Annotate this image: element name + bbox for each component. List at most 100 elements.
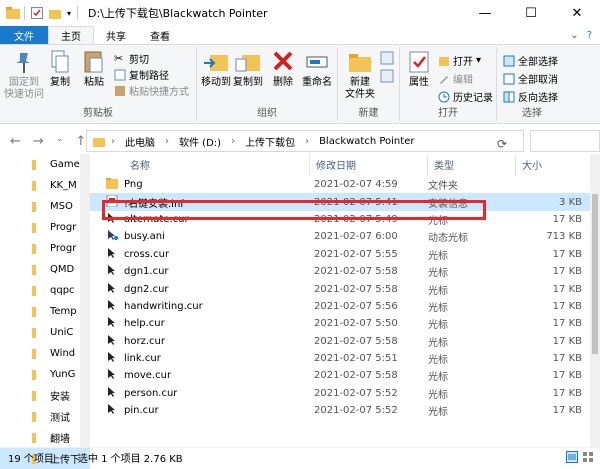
properties-icon bbox=[409, 51, 429, 73]
close-button[interactable]: ✕ bbox=[554, 0, 600, 26]
file-row[interactable]: pin.cur 2021-02-07 5:52 光标 17 KB bbox=[90, 402, 590, 419]
cursor-icon bbox=[106, 264, 118, 279]
folder-icon bbox=[32, 328, 36, 338]
maximize-button[interactable]: ☐ bbox=[508, 0, 554, 26]
properties-button[interactable]: 属性 bbox=[404, 49, 434, 89]
nav-item[interactable]: UniC bbox=[0, 322, 90, 343]
select-none-button[interactable]: 全部取消 bbox=[503, 71, 558, 86]
nav-item[interactable]: Progr bbox=[0, 238, 90, 259]
file-size: 713 KB bbox=[546, 231, 582, 243]
scissors-icon: ✂ bbox=[114, 51, 124, 65]
easy-access-icon[interactable] bbox=[380, 69, 394, 83]
file-row[interactable]: person.cur 2021-02-07 5:52 光标 17 KB bbox=[90, 385, 590, 402]
file-row[interactable]: dgn2.cur 2021-02-07 5:58 光标 17 KB bbox=[90, 280, 590, 297]
copy-path-button[interactable]: 复制路径 bbox=[114, 67, 169, 82]
address-bar[interactable]: › 此电脑 › 软件 (D:) › 上传下载包 › Blackwatch Poi… bbox=[86, 130, 524, 152]
cursor-icon bbox=[106, 386, 118, 401]
column-type[interactable]: 类型 bbox=[428, 154, 516, 176]
file-row[interactable]: handwriting.cur 2021-02-07 5:56 光标 17 KB bbox=[90, 298, 590, 315]
rename-icon bbox=[306, 56, 328, 68]
file-row[interactable]: busy.ani 2021-02-07 6:00 动态光标 713 KB bbox=[90, 228, 590, 245]
column-name[interactable]: 名称 bbox=[90, 154, 310, 176]
new-folder-button[interactable]: 新建 文件夹 bbox=[340, 49, 380, 101]
details-view-icon[interactable] bbox=[566, 451, 578, 463]
file-list-scrollbar[interactable] bbox=[590, 154, 600, 447]
folder-icon bbox=[32, 307, 36, 317]
back-arrow-icon[interactable]: ← bbox=[10, 134, 21, 149]
copy-button[interactable]: 复制 bbox=[44, 49, 76, 89]
tab-home[interactable]: 主页 bbox=[48, 26, 94, 44]
breadcrumb-drive-d[interactable]: 软件 (D:) bbox=[179, 134, 221, 149]
file-row[interactable]: dgn1.cur 2021-02-07 5:58 光标 17 KB bbox=[90, 263, 590, 280]
file-row[interactable]: help.cur 2021-02-07 5:50 光标 17 KB bbox=[90, 315, 590, 332]
new-item-icon[interactable] bbox=[380, 51, 394, 65]
column-size[interactable]: 大小 bbox=[516, 154, 590, 176]
nav-item[interactable]: 翻墙 bbox=[0, 427, 90, 448]
paste-button[interactable]: 粘贴 bbox=[78, 49, 110, 89]
delete-button[interactable]: 删除 bbox=[269, 49, 297, 89]
tab-view[interactable]: 查看 bbox=[138, 26, 182, 44]
file-row[interactable]: cross.cur 2021-02-07 5:55 光标 17 KB bbox=[90, 246, 590, 263]
edit-button[interactable]: 编辑 bbox=[438, 71, 473, 86]
ribbon-expand-icon[interactable]: ⌄ bbox=[570, 30, 578, 41]
tab-file[interactable]: 文件 bbox=[0, 26, 48, 44]
breadcrumb-this-pc[interactable]: 此电脑 bbox=[125, 134, 155, 149]
open-button[interactable]: 打开 ▾ bbox=[438, 53, 481, 68]
file-row[interactable]: move.cur 2021-02-07 5:58 光标 17 KB bbox=[90, 367, 590, 384]
large-icons-view-icon[interactable] bbox=[582, 451, 594, 463]
copy-to-button[interactable]: 复制到 bbox=[231, 49, 265, 89]
file-row[interactable]: link.cur 2021-02-07 5:51 光标 17 KB bbox=[90, 350, 590, 367]
nav-item[interactable]: Progr bbox=[0, 217, 90, 238]
new-folder-quick-icon[interactable] bbox=[49, 7, 61, 19]
file-date: 2021-02-07 5:52 bbox=[314, 387, 398, 399]
file-size: 17 KB bbox=[552, 370, 582, 382]
nav-scrollbar[interactable] bbox=[80, 154, 90, 447]
breadcrumb-current[interactable]: Blackwatch Pointer bbox=[319, 136, 414, 147]
forward-arrow-icon[interactable]: → bbox=[33, 134, 44, 149]
nav-item[interactable]: QMD bbox=[0, 259, 90, 280]
nav-item[interactable]: 测试 bbox=[0, 406, 90, 427]
file-row[interactable]: Png 2021-02-07 4:59 文件夹 bbox=[90, 176, 590, 193]
nav-item[interactable]: Temp bbox=[0, 301, 90, 322]
move-to-button[interactable]: 移动到 bbox=[199, 49, 233, 89]
status-bar: 19 个项目 选中 1 个项目 2.76 KB bbox=[0, 447, 600, 466]
paste-shortcut-button[interactable]: 粘贴快捷方式 bbox=[114, 83, 189, 98]
invert-selection-button[interactable]: 反向选择 bbox=[503, 89, 558, 104]
tab-share[interactable]: 共享 bbox=[94, 26, 138, 44]
file-row[interactable]: horz.cur 2021-02-07 5:58 光标 17 KB bbox=[90, 333, 590, 350]
nav-item[interactable]: 安装 bbox=[0, 385, 90, 406]
scrollbar-thumb[interactable] bbox=[592, 194, 598, 354]
up-arrow-icon[interactable]: ↑ bbox=[75, 134, 86, 149]
organize-group: 移动到 复制到 删除 重命名 组织 bbox=[197, 47, 338, 121]
recent-dropdown-icon[interactable]: ⌄ bbox=[56, 134, 64, 149]
history-button[interactable]: 历史记录 bbox=[438, 89, 493, 104]
breadcrumb-upload-folder[interactable]: 上传下载包 bbox=[245, 134, 295, 149]
qa-dropdown-icon[interactable]: ▾ bbox=[67, 9, 71, 18]
column-date[interactable]: 修改日期 bbox=[310, 154, 428, 176]
properties-check-icon[interactable] bbox=[31, 7, 43, 19]
folder-icon bbox=[32, 391, 36, 401]
new-folder-icon bbox=[349, 54, 371, 72]
nav-item[interactable]: qqpc bbox=[0, 280, 90, 301]
file-size: 17 KB bbox=[552, 318, 582, 330]
file-name: move.cur bbox=[124, 370, 172, 382]
file-name: help.cur bbox=[124, 318, 165, 330]
cut-button[interactable]: ✂ 剪切 bbox=[114, 51, 149, 66]
pin-quick-access-button[interactable]: 固定到 快速访问 bbox=[4, 49, 44, 101]
file-name: person.cur bbox=[124, 387, 178, 399]
select-all-button[interactable]: 全部选择 bbox=[503, 53, 558, 68]
refresh-icon[interactable]: ⟳ bbox=[497, 137, 507, 151]
cursor-icon bbox=[106, 299, 118, 314]
nav-item[interactable]: Game bbox=[0, 154, 90, 175]
search-input[interactable] bbox=[530, 130, 600, 152]
ribbon: 固定到 快速访问 复制 粘贴 ✂ 剪切 复制路径 粘贴快捷方式 剪贴板 移动到 bbox=[0, 44, 600, 124]
minimize-button[interactable]: — bbox=[462, 0, 508, 26]
nav-item[interactable]: Wind bbox=[0, 343, 90, 364]
rename-button[interactable]: 重命名 bbox=[299, 49, 335, 89]
nav-item[interactable]: MSO bbox=[0, 196, 90, 217]
new-group-label: 新建 bbox=[358, 108, 379, 119]
help-icon[interactable]: ? bbox=[587, 30, 592, 41]
file-name: busy.ani bbox=[124, 231, 165, 243]
nav-item[interactable]: KK_M bbox=[0, 175, 90, 196]
nav-item[interactable]: YunG bbox=[0, 364, 90, 385]
